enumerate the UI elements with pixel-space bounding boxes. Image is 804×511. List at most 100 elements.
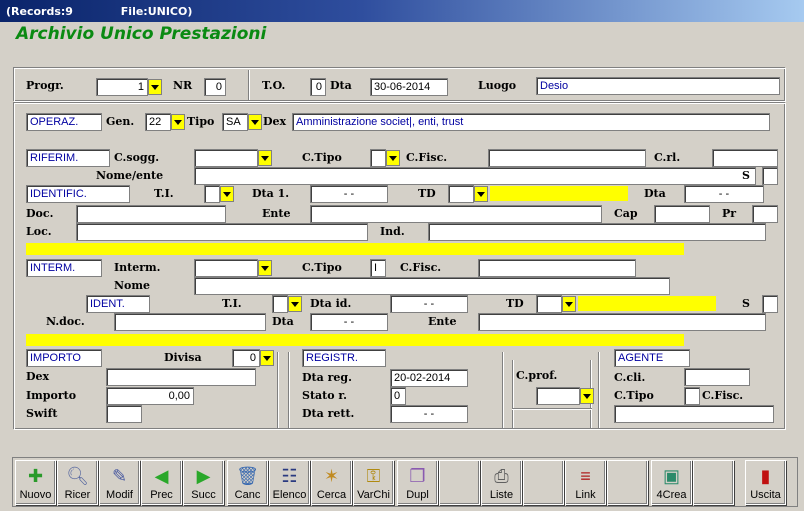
ccli-field[interactable] xyxy=(684,368,750,386)
dta1-field[interactable]: - - xyxy=(310,185,388,203)
divisa-select[interactable]: 0 xyxy=(232,349,260,367)
agente-cfisc-field[interactable] xyxy=(614,405,774,423)
ind-field[interactable] xyxy=(428,223,766,241)
identific-ti-select[interactable] xyxy=(204,185,220,203)
liste-button[interactable]: ⎙ Liste xyxy=(481,460,522,505)
crl-field[interactable] xyxy=(712,149,778,167)
cprof-separator xyxy=(512,408,592,410)
pr-field[interactable] xyxy=(752,205,778,223)
riferim-ctipo-dropdown-icon[interactable] xyxy=(386,150,400,166)
gen-dropdown-icon[interactable] xyxy=(171,114,185,130)
progr-label: Progr. xyxy=(26,79,64,92)
luogo-field[interactable]: Desio xyxy=(536,77,780,95)
ente-field[interactable] xyxy=(310,205,602,223)
empty-button-4[interactable] xyxy=(693,460,734,505)
modif-button[interactable]: ✎ Modif xyxy=(99,460,140,505)
tipo-dropdown-icon[interactable] xyxy=(248,114,262,130)
identific-dta-field[interactable]: - - xyxy=(684,185,764,203)
divisa-dropdown-icon[interactable] xyxy=(260,350,274,366)
empty-button-1[interactable] xyxy=(439,460,480,505)
nuovo-button[interactable]: ✚ Nuovo xyxy=(15,460,56,505)
interm-dropdown-icon[interactable] xyxy=(258,260,272,276)
interm-ti-select[interactable] xyxy=(272,295,288,313)
importo-dex-field[interactable] xyxy=(106,368,256,386)
cprof-dropdown-icon[interactable] xyxy=(580,388,594,404)
interm-label: Interm. xyxy=(114,261,161,274)
interm-td-select[interactable] xyxy=(536,295,562,313)
interm-ti-dropdown-icon[interactable] xyxy=(288,296,302,312)
4crea-button[interactable]: ▣ 4Crea xyxy=(651,460,692,505)
crl-label: C.rl. xyxy=(654,151,681,164)
cprof-select[interactable] xyxy=(536,387,580,405)
prec-button[interactable]: ◀ Prec xyxy=(141,460,182,505)
link-button[interactable]: ≡ Link xyxy=(565,460,606,505)
header-divider xyxy=(248,70,250,100)
dtareg-field[interactable]: 20-02-2014 xyxy=(390,369,468,387)
dtarett-field[interactable]: - - xyxy=(390,405,468,423)
riferim-cfisc-field[interactable] xyxy=(488,149,646,167)
importo-box: IMPORTO xyxy=(26,349,102,367)
to-field[interactable]: 0 xyxy=(310,78,326,96)
csogg-select[interactable] xyxy=(194,149,258,167)
dex-field[interactable]: Amministrazione societ|, enti, trust xyxy=(292,113,770,131)
nome-ente-field[interactable] xyxy=(194,167,756,185)
dex-label: Dex xyxy=(263,115,287,128)
file-name: File:UNICO) xyxy=(120,5,193,18)
identific-dta-label: Dta xyxy=(644,187,666,200)
dupl-button[interactable]: ❐ Dupl xyxy=(397,460,438,505)
importo-field[interactable]: 0,00 xyxy=(106,387,194,405)
progr-select[interactable]: 1 xyxy=(96,78,148,96)
interm-dta-label: Dta xyxy=(272,315,294,328)
interm-td-label: TD xyxy=(506,297,524,310)
swift-field[interactable] xyxy=(106,405,142,423)
tipo-select[interactable]: SA xyxy=(222,113,248,131)
progr-dropdown-icon[interactable] xyxy=(148,79,162,95)
riferim-s-field[interactable] xyxy=(762,167,778,185)
ndoc-field[interactable] xyxy=(114,313,266,331)
uscita-button[interactable]: ▮ Uscita xyxy=(745,460,786,505)
stato-field[interactable]: 0 xyxy=(390,387,406,405)
records-count: (Records:9 xyxy=(6,5,73,18)
dta-field[interactable]: 30-06-2014 xyxy=(370,78,448,96)
identific-ti-dropdown-icon[interactable] xyxy=(220,186,234,202)
varchi-button[interactable]: ⚿ VarChi xyxy=(353,460,394,505)
ricer-button[interactable]: 🔍︎ Ricer xyxy=(57,460,98,505)
empty-button-2[interactable] xyxy=(523,460,564,505)
identific-ti-label: T.I. xyxy=(154,187,174,200)
canc-button[interactable]: 🗑︎ Canc xyxy=(227,460,268,505)
interm-dta-field[interactable]: - - xyxy=(310,313,388,331)
interm-select[interactable] xyxy=(194,259,258,277)
magnifier-icon: 🔍︎ xyxy=(66,466,89,486)
dtaid-field[interactable]: - - xyxy=(390,295,468,313)
cerca-button[interactable]: ✶ Cerca xyxy=(311,460,352,505)
nr-field[interactable]: 0 xyxy=(204,78,226,96)
interm-ctipo-field[interactable]: I xyxy=(370,259,386,277)
new-doc-icon: ✚ xyxy=(27,466,44,486)
interm-td-dropdown-icon[interactable] xyxy=(562,296,576,312)
gen-select[interactable]: 22 xyxy=(145,113,171,131)
identific-td-dropdown-icon[interactable] xyxy=(474,186,488,202)
interm-ente-field[interactable] xyxy=(478,313,766,331)
interm-nome-field[interactable] xyxy=(194,277,670,295)
network-icon: ≡ xyxy=(580,466,591,486)
doc-field[interactable] xyxy=(76,205,226,223)
csogg-label: C.sogg. xyxy=(114,151,160,164)
keys-icon: ⚿ xyxy=(366,466,381,486)
interm-cfisc-field[interactable] xyxy=(478,259,636,277)
elenco-button[interactable]: ☷ Elenco xyxy=(269,460,310,505)
loc-field[interactable] xyxy=(76,223,368,241)
csogg-dropdown-icon[interactable] xyxy=(258,150,272,166)
cap-field[interactable] xyxy=(654,205,710,223)
riferim-ctipo-select[interactable] xyxy=(370,149,386,167)
list-icon: ☷ xyxy=(281,466,298,486)
arrow-right-icon: ▶ xyxy=(196,466,211,486)
cap-label: Cap xyxy=(614,207,638,220)
tipo-label: Tipo xyxy=(187,115,215,128)
succ-button[interactable]: ▶ Succ xyxy=(183,460,224,505)
interm-s-field[interactable] xyxy=(762,295,778,313)
identific-td-description xyxy=(490,186,628,201)
cprof-right-divider xyxy=(598,352,600,428)
agente-ctipo-field[interactable] xyxy=(684,387,700,405)
identific-td-select[interactable] xyxy=(448,185,474,203)
empty-button-3[interactable] xyxy=(607,460,648,505)
